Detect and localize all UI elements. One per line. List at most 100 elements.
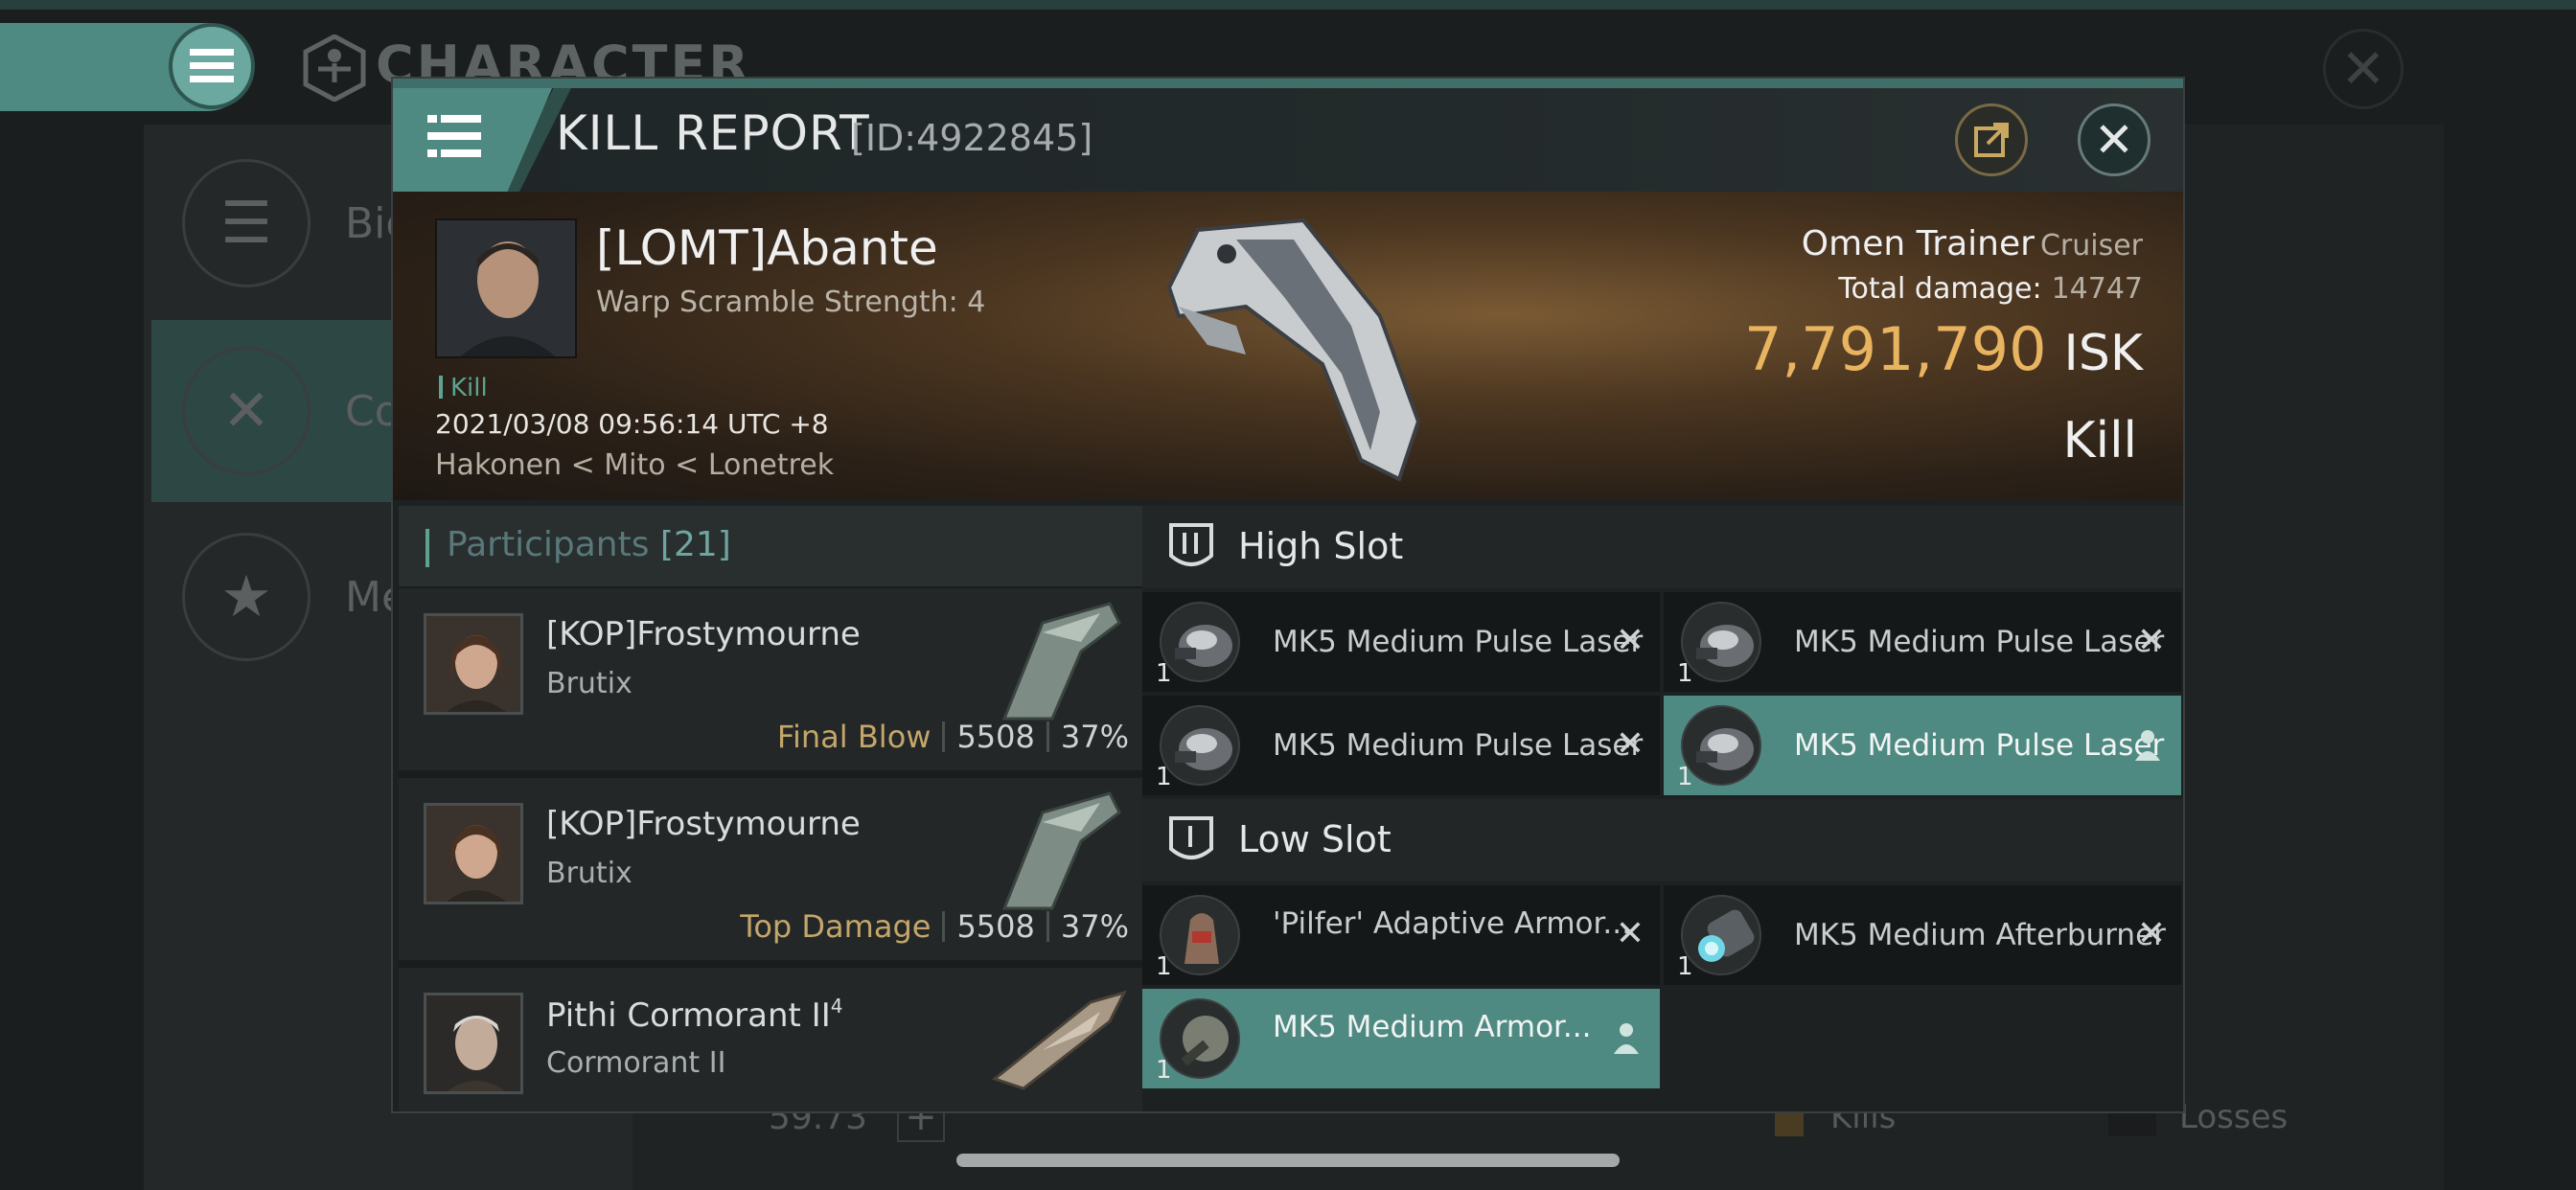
star-icon: ★ xyxy=(182,533,310,661)
modal-title: KILL REPORT xyxy=(556,105,870,161)
pulse-laser-icon xyxy=(1160,602,1240,682)
losses-label: Losses xyxy=(2179,1098,2288,1136)
participant-name-text: Pithi Cormorant II xyxy=(546,996,831,1035)
module-item[interactable]: 1 MK5 Medium Pulse Laser xyxy=(1664,696,2181,795)
kill-report-modal: KILL REPORT [ID:4922845] ✕ [LOMT]Abante … xyxy=(391,77,2185,1113)
participant-ship-image xyxy=(1001,791,1121,910)
pulse-laser-icon xyxy=(1160,705,1240,786)
participant-avatar[interactable] xyxy=(424,993,523,1094)
isk-unit: ISK xyxy=(2063,325,2143,382)
participant-name: Pithi Cormorant II4 xyxy=(546,995,842,1035)
participant-percent: 37% xyxy=(1060,908,1129,945)
kill-result: Kill xyxy=(2062,412,2137,469)
victim-name: [LOMT]Abante xyxy=(596,220,938,276)
pulse-laser-icon xyxy=(1681,705,1761,786)
menu-list-icon xyxy=(427,115,481,157)
kill-type-tag: Kill xyxy=(439,374,488,402)
participant-percent: 37% xyxy=(1060,719,1129,755)
close-icon: ✕ xyxy=(2094,112,2134,168)
low-slot-icon xyxy=(1169,816,1213,859)
empty-slot xyxy=(1664,989,2181,1088)
module-item[interactable]: 1 MK5 Medium Afterburner ✕ xyxy=(1664,885,2181,985)
destroyed-icon: ✕ xyxy=(1615,724,1644,764)
dropped-person-icon xyxy=(1614,1023,1639,1054)
participants-panel: Participants [21] [KOP]Frostymourne Brut… xyxy=(399,506,1146,1111)
close-icon: ✕ xyxy=(2340,37,2386,101)
participant-avatar[interactable] xyxy=(424,803,523,904)
ship-class: Cruiser xyxy=(2039,229,2143,263)
module-quantity: 1 xyxy=(1677,659,1693,688)
pulse-laser-icon xyxy=(1681,602,1761,682)
armor-repairer-icon xyxy=(1160,998,1240,1079)
home-indicator[interactable] xyxy=(956,1154,1620,1167)
module-item[interactable]: 1 MK5 Medium Pulse Laser ✕ xyxy=(1664,592,2181,692)
kill-location: Hakonen < Mito < Lonetrek xyxy=(435,448,835,482)
pilot-portrait-icon xyxy=(437,220,575,356)
ship-name: Omen Trainer xyxy=(1801,224,2035,263)
kill-datetime: 2021/03/08 09:56:14 UTC +8 xyxy=(435,408,829,440)
destroyed-icon: ✕ xyxy=(2136,914,2166,953)
participant-ship: Brutix xyxy=(546,667,632,700)
participant-row[interactable]: Pithi Cormorant II4 Cormorant II xyxy=(399,968,1146,1111)
share-button[interactable] xyxy=(1955,103,2028,176)
victim-ship-image xyxy=(1166,217,1421,482)
participant-name: [KOP]Frostymourne xyxy=(546,805,861,843)
separator xyxy=(1046,721,1049,752)
participant-avatar[interactable] xyxy=(424,613,523,715)
afterburner-icon xyxy=(1681,895,1761,975)
participant-damage: 5508 xyxy=(956,908,1035,945)
module-item[interactable]: 1 MK5 Medium Pulse Laser ✕ xyxy=(1142,696,1660,795)
crossed-swords-icon: ✕ xyxy=(182,347,310,475)
low-slot-title: Low Slot xyxy=(1238,818,1392,860)
participant-damage: 5508 xyxy=(956,719,1035,755)
participant-stats: Top Damage 5508 37% xyxy=(740,908,1129,945)
module-name: MK5 Medium Pulse Laser xyxy=(1273,625,1644,659)
victim-portrait[interactable] xyxy=(435,218,577,358)
module-name: MK5 Medium Pulse Laser xyxy=(1273,728,1644,763)
participant-superscript: 4 xyxy=(830,995,843,1018)
module-name: MK5 Medium Pulse Laser xyxy=(1794,625,2165,659)
module-name: MK5 Medium Pulse Laser xyxy=(1794,728,2165,763)
fitting-panel: High Slot 1 MK5 Medium Pulse Laser ✕ 1 M… xyxy=(1142,506,2183,1111)
header-accent-bar xyxy=(426,529,429,567)
participants-count: [21] xyxy=(659,525,731,564)
ship-info: Omen Trainer Cruiser xyxy=(1802,224,2143,263)
module-item[interactable]: 1 'Pilfer' Adaptive Armor... ✕ xyxy=(1142,885,1660,985)
victim-banner: [LOMT]Abante Warp Scramble Strength: 4 K… xyxy=(393,192,2183,500)
module-quantity: 1 xyxy=(1156,1056,1172,1085)
separator xyxy=(942,911,946,942)
pilot-portrait-icon xyxy=(426,616,520,712)
armor-hardener-icon xyxy=(1160,895,1240,975)
final-blow-tag: Final Blow xyxy=(776,719,932,755)
high-slot-icon xyxy=(1169,523,1213,566)
participant-ship: Cormorant II xyxy=(546,1046,726,1080)
high-slot-header: High Slot xyxy=(1142,506,2183,588)
participant-ship-image xyxy=(1001,602,1121,721)
dropped-person-icon xyxy=(2135,730,2160,761)
participants-header: Participants [21] xyxy=(399,506,1146,586)
hamburger-icon xyxy=(190,49,234,82)
share-icon xyxy=(1974,123,2009,157)
modal-close-button[interactable]: ✕ xyxy=(2078,103,2150,176)
total-damage-label: Total damage: xyxy=(1838,272,2042,306)
module-item[interactable]: 1 MK5 Medium Pulse Laser ✕ xyxy=(1142,592,1660,692)
participant-row[interactable]: [KOP]Frostymourne Brutix Top Damage 5508 3… xyxy=(399,778,1146,964)
main-menu-button[interactable] xyxy=(169,23,255,109)
participant-row[interactable]: [KOP]Frostymourne Brutix Final Blow 5508 3… xyxy=(399,588,1146,774)
participant-ship: Brutix xyxy=(546,857,632,890)
module-quantity: 1 xyxy=(1156,659,1172,688)
kill-id: [ID:4922845] xyxy=(851,117,1093,159)
total-damage: Total damage: 14747 xyxy=(1838,272,2143,306)
list-icon: ☰ xyxy=(182,159,310,287)
module-item[interactable]: 1 MK5 Medium Armor... xyxy=(1142,989,1660,1088)
participants-label: Participants xyxy=(447,525,650,564)
high-slot-title: High Slot xyxy=(1238,525,1404,567)
low-slot-header: Low Slot xyxy=(1142,799,2183,881)
bg-close-button[interactable]: ✕ xyxy=(2323,29,2404,109)
module-name: MK5 Medium Armor... xyxy=(1273,1010,1592,1044)
separator xyxy=(942,721,946,752)
destroyed-icon: ✕ xyxy=(1615,914,1644,953)
module-quantity: 1 xyxy=(1156,952,1172,981)
destroyed-icon: ✕ xyxy=(1615,621,1644,660)
participants-title: Participants [21] xyxy=(447,525,731,564)
